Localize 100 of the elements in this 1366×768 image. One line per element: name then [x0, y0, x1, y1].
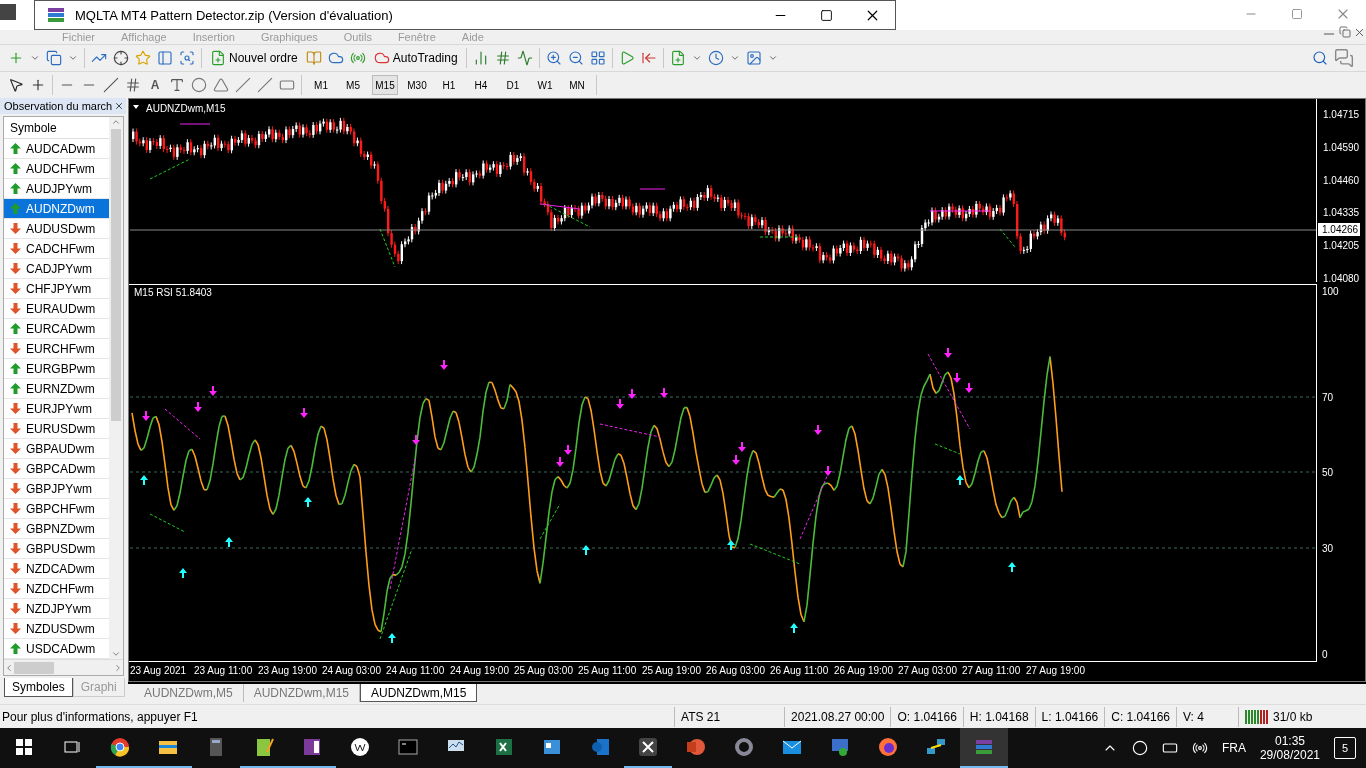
symbol-name: EURGBPwm [26, 361, 96, 376]
clock-date[interactable]: 29/08/2021 [1259, 748, 1320, 762]
crosshair-icon[interactable] [113, 50, 129, 66]
timeframe-button[interactable]: H1 [436, 75, 462, 95]
tile-windows-icon[interactable] [589, 50, 606, 66]
time-axis-label: 24 Aug 03:00 [322, 665, 381, 676]
maximize-icon[interactable] [819, 8, 833, 22]
timeframe-button[interactable]: D1 [500, 75, 526, 95]
dropdown-icon[interactable] [729, 53, 740, 63]
scroll-left-icon[interactable] [4, 662, 14, 673]
time-axis-label: 25 Aug 19:00 [642, 665, 701, 676]
search-icon[interactable] [1312, 50, 1328, 66]
navigator-icon[interactable] [157, 50, 173, 66]
timeframe-button[interactable]: H4 [468, 75, 494, 95]
symbol-name: AUDCADwm [26, 141, 96, 156]
cursor-icon[interactable] [8, 77, 24, 93]
ellipse-icon[interactable] [191, 77, 207, 93]
templates-icon[interactable] [745, 50, 762, 66]
dropdown-icon[interactable] [30, 53, 40, 63]
panel-tab[interactable]: Symboles [4, 678, 73, 697]
symbol-name: AUDCHFwm [26, 161, 95, 176]
scroll-down-icon[interactable] [111, 649, 121, 659]
tester-icon[interactable] [179, 50, 195, 66]
chat-icon[interactable] [1334, 48, 1354, 68]
book-icon[interactable] [305, 50, 322, 66]
time-axis-label: 27 Aug 11:00 [962, 665, 1021, 676]
chart-tab[interactable]: AUDNZDwm,M15 [360, 684, 478, 702]
dropdown-triangle-icon[interactable] [133, 105, 139, 109]
symbol-name: NZDUSDwm [26, 621, 95, 636]
dropdown-icon[interactable] [767, 53, 778, 63]
zoom-out-icon[interactable] [567, 50, 584, 66]
star-icon[interactable] [135, 50, 151, 66]
webcam-icon[interactable] [1131, 740, 1148, 756]
dropdown-icon[interactable] [68, 53, 78, 63]
rectangle-icon[interactable] [279, 77, 295, 93]
clock-time[interactable]: 01:35 [1274, 734, 1305, 748]
time-axis-label: 26 Aug 03:00 [706, 665, 765, 676]
speaker-icon[interactable] [1191, 740, 1208, 756]
cloud-icon[interactable] [327, 50, 344, 66]
timeframe-button[interactable]: M1 [308, 75, 334, 95]
spreadsheet-icon [493, 736, 515, 758]
app-icon [0, 4, 16, 20]
scrollbar[interactable] [109, 117, 123, 659]
taskbar-button[interactable] [960, 728, 1008, 768]
crosshair-icon[interactable] [30, 77, 46, 93]
time-axis-label: 23 Aug 19:00 [258, 665, 317, 676]
timeframe-button[interactable]: M30 [404, 75, 430, 95]
ring-icon [733, 736, 755, 758]
battery-icon[interactable] [1161, 740, 1178, 756]
periods-icon[interactable] [707, 50, 724, 66]
symbol-name: GBPAUDwm [26, 441, 95, 456]
timeframe-button[interactable]: M15 [372, 75, 398, 95]
chart-title: AUDNZDwm,M15 [146, 103, 226, 114]
chart-shift-icon[interactable] [640, 50, 657, 66]
triangle-icon[interactable] [213, 77, 229, 93]
close-icon[interactable] [114, 101, 124, 111]
symbol-row[interactable]: AUDNZDwm [4, 199, 109, 219]
time-axis-label: 25 Aug 03:00 [514, 665, 573, 676]
signal-icon[interactable] [349, 50, 366, 66]
new-order-button[interactable]: Nouvel ordre [208, 47, 300, 69]
auto-trading-button[interactable]: AutoTrading [371, 47, 460, 69]
symbol-name: CHFJPYwm [26, 281, 92, 296]
zoom-in-icon[interactable] [545, 50, 562, 66]
symbol-name: GBPJPYwm [26, 481, 92, 496]
rsi-axis-label: 70 [1322, 392, 1334, 403]
x-shape-icon [637, 736, 659, 758]
symbol-name: NZDCADwm [26, 561, 95, 576]
scroll-right-icon[interactable] [113, 662, 123, 673]
symbol-name: EURCHFwm [26, 341, 95, 356]
text-label-icon[interactable] [169, 77, 185, 93]
time-axis-label: 25 Aug 11:00 [578, 665, 637, 676]
price-axis-label: 1.04080 [1323, 273, 1360, 283]
new-order-icon[interactable] [210, 50, 226, 66]
circle-logo-icon [349, 736, 371, 758]
status-cell: H: 1.04168 [962, 706, 1035, 727]
language-indicator[interactable]: FRA [1221, 741, 1246, 755]
text-tool[interactable]: A [147, 78, 163, 92]
symbol-name: CADJPYwm [26, 261, 92, 276]
price-axis-label: 1.04590 [1323, 141, 1360, 153]
timeframe-button[interactable]: M5 [340, 75, 366, 95]
trendline-icon[interactable] [103, 77, 119, 93]
panel-title: Observation du march [4, 100, 113, 112]
line-chart-icon[interactable] [516, 50, 533, 66]
firefox-icon [877, 736, 899, 758]
dropdown-icon[interactable] [691, 53, 702, 63]
price-axis-label: 1.04205 [1323, 240, 1360, 252]
notebook-icon [301, 736, 323, 758]
timeframe-button[interactable]: MN [564, 75, 590, 95]
restore-icon[interactable] [1339, 26, 1351, 38]
scroll-up-icon[interactable] [111, 117, 121, 127]
timeframe-button[interactable]: W1 [532, 75, 558, 95]
chart-tab[interactable]: AUDNZDwm,M5 [134, 684, 244, 702]
indicators-icon[interactable] [669, 50, 686, 66]
notification-button[interactable]: 5 [1334, 737, 1356, 759]
symbol-name: EURNZDwm [26, 381, 95, 396]
profiles-icon[interactable] [46, 50, 62, 66]
horizontal-scrollbar[interactable] [4, 659, 123, 675]
close-icon[interactable] [1353, 26, 1366, 39]
auto-trading-icon[interactable] [373, 50, 390, 66]
status-help-text: Pour plus d'informations, appuyer F1 [1, 709, 199, 724]
